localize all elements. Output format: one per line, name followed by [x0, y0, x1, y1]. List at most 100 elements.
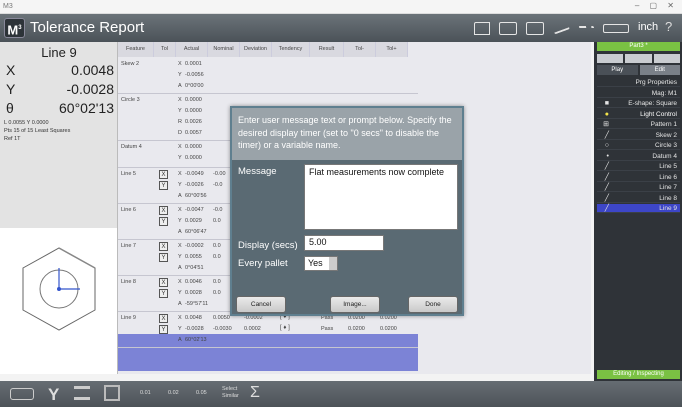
axis-cell: A	[178, 265, 182, 271]
feature-cell[interactable]: Line 6	[121, 207, 136, 213]
select-label[interactable]: Select	[222, 386, 237, 392]
tol-checkbox[interactable]: X	[159, 206, 168, 215]
probe-icon[interactable]	[552, 21, 570, 35]
readout-detail-1: L 0.0055 Y 0.0000	[4, 120, 49, 126]
cancel-button[interactable]: Cancel	[236, 296, 286, 313]
tol-option-2[interactable]: 0.02	[168, 390, 179, 396]
program-step[interactable]: ╱ Line 9	[597, 204, 680, 213]
feature-cell[interactable]: Line 5	[121, 171, 136, 177]
tol-option-1[interactable]: 0.01	[140, 390, 151, 396]
nominal-cell: -0.0	[213, 207, 223, 213]
program-step-label: Line 6	[659, 173, 677, 181]
actual-cell: 0.0028	[185, 290, 202, 296]
dialog-prompt: Enter user message text or prompt below.…	[232, 108, 462, 160]
toggle-icon[interactable]	[10, 388, 34, 400]
home-icon[interactable]	[474, 21, 490, 35]
axis-cell: Y	[178, 72, 182, 78]
dro-readout: Line 9 X 0.0048 Y -0.0028 θ 60°02'13 L 0.00…	[0, 42, 118, 228]
axis-cell: A	[178, 337, 182, 343]
actual-cell: 0.0057	[185, 130, 202, 136]
tol-option-3[interactable]: 0.05	[196, 390, 207, 396]
nominal-cell: -0.0030	[213, 326, 232, 332]
column-header[interactable]: Tol-	[344, 42, 376, 57]
window-controls[interactable]: – ▢ ✕	[635, 1, 678, 10]
program-step[interactable]: ■ E-shape: Square	[597, 99, 680, 108]
image-button[interactable]: Image...	[330, 296, 380, 313]
units-label[interactable]: inch	[638, 21, 658, 33]
column-header[interactable]: Tol	[154, 42, 176, 57]
axis-cell: Y	[178, 326, 182, 332]
camera-icon[interactable]	[499, 21, 517, 35]
tol-checkbox[interactable]: X	[159, 242, 168, 251]
part-name[interactable]: Part3 *	[597, 42, 680, 51]
tab-play[interactable]: Play	[597, 65, 638, 75]
column-header[interactable]: Tol+	[376, 42, 408, 57]
part-view[interactable]	[0, 228, 118, 374]
list-icon[interactable]	[74, 386, 90, 400]
column-header[interactable]: Deviation	[240, 42, 272, 57]
actual-cell: 0.0001	[185, 61, 202, 67]
row-divider	[118, 347, 418, 348]
column-header[interactable]: Result	[310, 42, 344, 57]
circle-icon: ○	[604, 142, 609, 149]
similar-label[interactable]: Similar	[222, 393, 239, 399]
program-step-label: Prg Properties	[635, 79, 677, 86]
program-step-label: Line 8	[659, 194, 677, 202]
chevron-down-icon[interactable]	[329, 257, 337, 270]
feature-cell[interactable]: Line 7	[121, 243, 136, 249]
program-step[interactable]: ╱ Line 7	[597, 183, 680, 192]
program-step[interactable]: ⊞ Pattern 1	[597, 120, 680, 129]
report-icon[interactable]	[104, 385, 120, 401]
program-step[interactable]: ╱ Line 5	[597, 162, 680, 171]
tol-checkbox[interactable]: X	[159, 170, 168, 179]
ruler-icon[interactable]	[603, 23, 629, 33]
feature-cell[interactable]: Skew 2	[121, 61, 139, 67]
line-icon: ╱	[604, 131, 609, 139]
app-header: M3 Tolerance Report inch ?	[0, 14, 682, 42]
feature-cell[interactable]: Datum 4	[121, 144, 142, 150]
tol-checkbox[interactable]: Y	[159, 217, 168, 226]
help-icon[interactable]: ?	[665, 19, 672, 34]
program-step[interactable]: ╱ Line 8	[597, 194, 680, 203]
table-icon[interactable]	[526, 21, 544, 35]
tab-edit[interactable]: Edit	[639, 65, 680, 75]
feature-cell[interactable]: Line 8	[121, 279, 136, 285]
feature-cell[interactable]: Circle 3	[121, 97, 140, 103]
panel-controls[interactable]	[597, 54, 680, 63]
column-header[interactable]: Nominal	[208, 42, 240, 57]
actual-cell: 60°00'56	[185, 193, 207, 199]
nominal-cell: 0.0	[213, 279, 221, 285]
actual-cell: 0.0000	[185, 155, 202, 161]
program-step[interactable]: ○ Circle 3	[597, 141, 680, 150]
tol-checkbox[interactable]: Y	[159, 181, 168, 190]
column-header[interactable]: Tendency	[272, 42, 310, 57]
program-step[interactable]: Prg Properties	[597, 78, 680, 87]
axis-icon[interactable]	[578, 26, 594, 30]
program-step[interactable]: ╱ Skew 2	[597, 131, 680, 140]
program-step[interactable]: ● Light Control	[597, 110, 680, 119]
tol-checkbox[interactable]: Y	[159, 289, 168, 298]
pallet-select[interactable]: Yes	[304, 256, 338, 271]
actual-cell: 60°06'47	[185, 229, 207, 235]
done-button[interactable]: Done	[408, 296, 458, 313]
program-step[interactable]: ╱ Line 6	[597, 173, 680, 182]
feature-cell[interactable]: Line 9	[121, 315, 136, 321]
program-step-label: Pattern 1	[650, 121, 677, 128]
program-step[interactable]: • Datum 4	[597, 152, 680, 161]
column-header[interactable]: Feature	[118, 42, 154, 57]
column-header[interactable]: Actual	[176, 42, 208, 57]
sigma-icon[interactable]: Σ	[250, 384, 260, 402]
square-icon: ■	[604, 100, 609, 107]
program-step-label: Mag: M1	[651, 89, 677, 97]
message-field[interactable]: Flat measurements now complete	[304, 164, 458, 230]
message-label: Message	[238, 166, 277, 177]
nominal-cell: 0.0	[213, 254, 221, 260]
display-secs-field[interactable]: 5.00	[304, 235, 384, 251]
filter-icon[interactable]: Y	[48, 385, 59, 405]
tol-checkbox[interactable]: X	[159, 278, 168, 287]
program-step[interactable]: Mag: M1	[597, 89, 680, 98]
tol-checkbox[interactable]: Y	[159, 253, 168, 262]
app-logo[interactable]: M3	[4, 18, 25, 38]
tol-checkbox[interactable]: X	[159, 314, 168, 323]
tol-checkbox[interactable]: Y	[159, 325, 168, 334]
